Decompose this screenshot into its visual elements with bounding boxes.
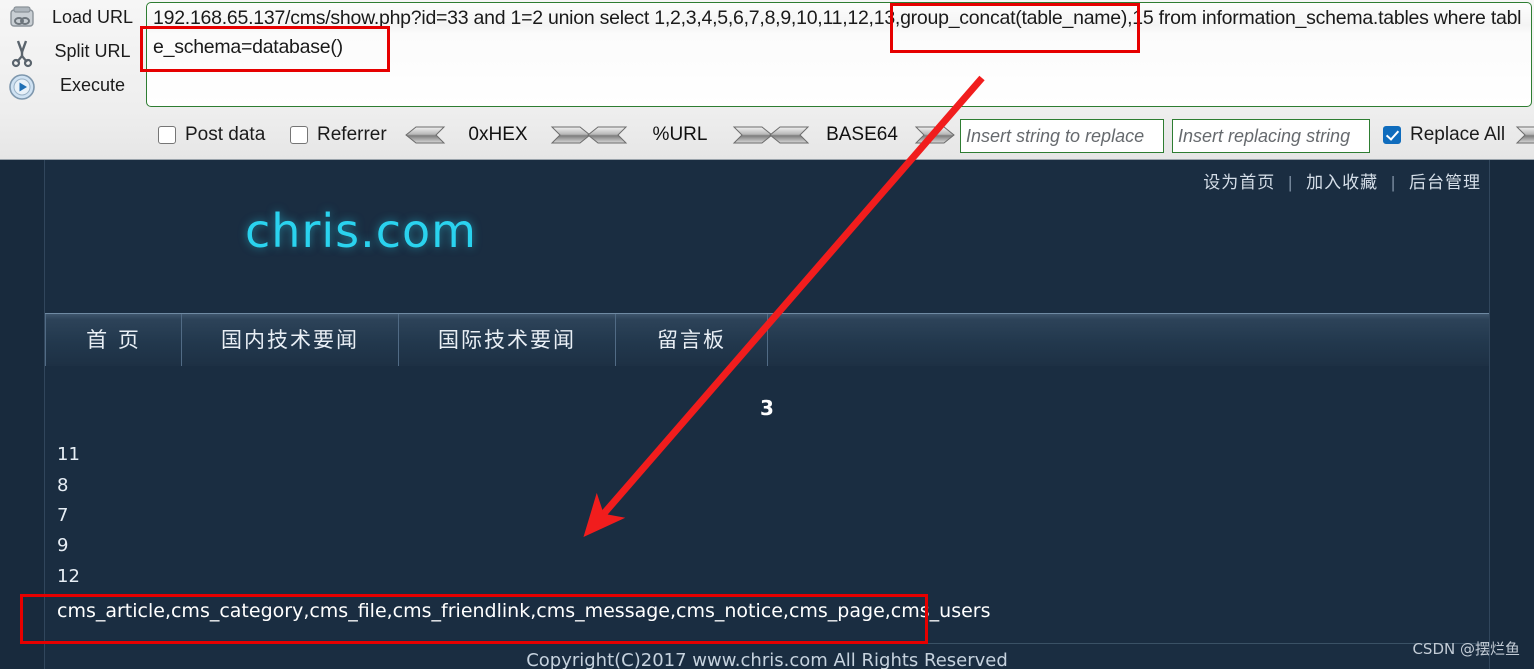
csdn-watermark: CSDN @摆烂鱼 [1412, 640, 1520, 658]
url-encoder-label: %URL [652, 124, 708, 145]
site-content-area: 3 11 8 7 9 12 [45, 367, 1489, 607]
referrer-label: Referrer [317, 124, 387, 145]
hackbar-url-row: Load URL Split URL Execute 192.168.65.13… [0, 0, 1534, 112]
hex-encoder-label: 0xHEX [468, 124, 528, 145]
injection-result-table-names: cms_article,cms_category,cms_file,cms_fr… [57, 600, 991, 622]
checkbox-icon[interactable] [290, 126, 308, 144]
execute-button[interactable]: Execute [40, 70, 145, 100]
injected-column-value: 7 [57, 505, 69, 526]
checkbox-icon[interactable] [1383, 126, 1401, 144]
link-separator: | [1287, 173, 1294, 192]
checkbox-icon[interactable] [158, 126, 176, 144]
load-url-icon[interactable] [6, 3, 38, 35]
hackbar-icon-column [0, 0, 44, 112]
injected-column-value: 8 [57, 475, 69, 496]
replace-to-input[interactable]: Insert replacing string [1172, 119, 1370, 153]
injected-column-value: 9 [57, 535, 69, 556]
nav-item-message-board[interactable]: 留言板 [616, 314, 768, 366]
set-homepage-link[interactable]: 设为首页 [1203, 173, 1275, 192]
injected-column-value: 12 [57, 566, 80, 587]
admin-panel-link[interactable]: 后台管理 [1409, 173, 1481, 192]
browser-page-viewport: 设为首页 | 加入收藏 | 后台管理 chris.com 首 页 国内技术要闻 … [0, 160, 1534, 669]
nav-item-domestic-tech-news[interactable]: 国内技术要闻 [182, 314, 399, 366]
add-favorite-link[interactable]: 加入收藏 [1306, 173, 1378, 192]
site-top-links: 设为首页 | 加入收藏 | 后台管理 [1203, 168, 1481, 193]
injected-column-3-value: 3 [760, 396, 774, 420]
split-url-label: Split URL [54, 41, 131, 61]
execute-label: Execute [59, 75, 126, 95]
footer-divider [45, 643, 1489, 644]
url-decode-arrow-icon[interactable] [584, 125, 628, 145]
post-data-checkbox[interactable]: Post data [158, 122, 265, 148]
url-input-value: 192.168.65.137/cms/show.php?id=33 and 1=… [153, 7, 1522, 58]
site-container: 设为首页 | 加入收藏 | 后台管理 chris.com 首 页 国内技术要闻 … [44, 160, 1490, 669]
site-logo: chris.com [245, 204, 477, 258]
split-url-button[interactable]: Split URL [40, 36, 145, 66]
base64-encoder-label: BASE64 [826, 124, 898, 145]
execute-icon[interactable] [6, 71, 38, 103]
url-encoder-group: %URL [584, 120, 776, 150]
base64-decode-arrow-icon[interactable] [766, 125, 810, 145]
link-separator: | [1390, 173, 1397, 192]
replace-apply-arrow[interactable] [1515, 120, 1534, 150]
load-url-label: Load URL [51, 7, 134, 27]
replace-all-label: Replace All [1410, 124, 1506, 145]
nav-item-international-tech-news[interactable]: 国际技术要闻 [399, 314, 616, 366]
hex-encoder-group: 0xHEX [402, 120, 594, 150]
injected-column-value: 11 [57, 444, 80, 465]
site-navigation: 首 页 国内技术要闻 国际技术要闻 留言板 [45, 313, 1489, 366]
site-footer-copyright: Copyright(C)2017 www.chris.com All Right… [526, 650, 1008, 669]
nav-item-home[interactable]: 首 页 [45, 314, 182, 366]
hex-decode-arrow-icon[interactable] [402, 125, 446, 145]
base64-encode-arrow-icon[interactable] [914, 125, 958, 145]
replace-all-checkbox[interactable]: Replace All [1383, 122, 1505, 148]
replace-from-input[interactable]: Insert string to replace [960, 119, 1164, 153]
hackbar-action-labels: Load URL Split URL Execute [40, 0, 145, 112]
base64-encoder-group: BASE64 [766, 120, 958, 150]
post-data-label: Post data [185, 124, 266, 145]
hackbar-toolbar: Load URL Split URL Execute 192.168.65.13… [0, 0, 1534, 160]
referrer-checkbox[interactable]: Referrer [290, 122, 387, 148]
url-input[interactable]: 192.168.65.137/cms/show.php?id=33 and 1=… [146, 2, 1532, 107]
hackbar-options-row: Post data Referrer 0xHEX %URL BASE64 Ins… [0, 112, 1534, 159]
replace-arrow-icon[interactable] [1515, 125, 1534, 145]
split-url-icon[interactable] [6, 37, 38, 69]
load-url-button[interactable]: Load URL [40, 2, 145, 32]
